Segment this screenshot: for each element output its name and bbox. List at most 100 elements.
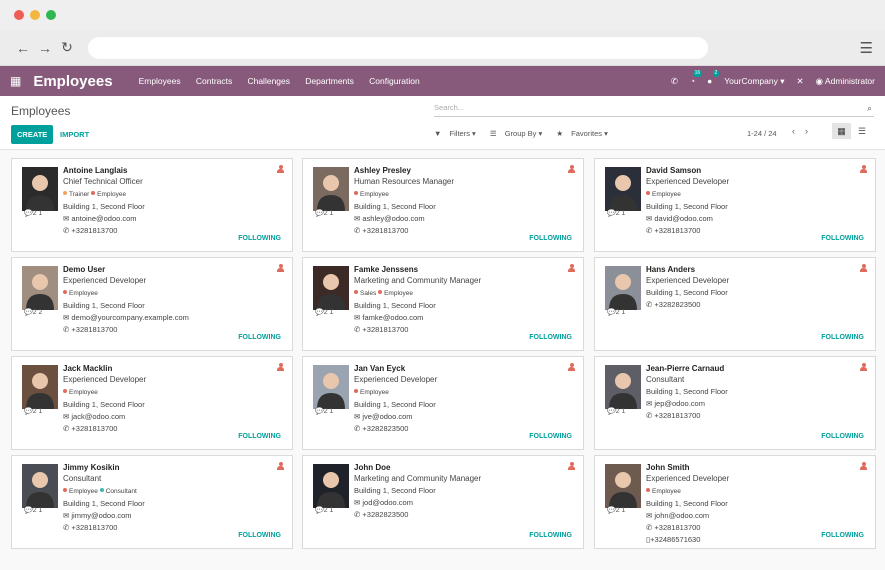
employee-name[interactable]: John Smith	[646, 462, 866, 473]
employee-card[interactable]: 💬2 1 Jack Macklin Experienced Developer Emp…	[11, 356, 293, 450]
employee-card[interactable]: 💬2 1 Hans Anders Experienced Developer Buil…	[594, 257, 876, 351]
employee-name[interactable]: Ashley Presley	[354, 165, 574, 176]
employee-card[interactable]: 💬2 1 Antoine Langlais Chief Technical Offi…	[11, 158, 293, 252]
employee-name[interactable]: John Doe	[354, 462, 574, 473]
employee-email[interactable]: ✉ antoine@odoo.com	[63, 213, 283, 225]
search-icon[interactable]: ⌕	[867, 103, 872, 114]
employee-email[interactable]: ✉ jack@odoo.com	[63, 411, 283, 423]
browser-toolbar: ← → ↻ ☰	[0, 30, 885, 66]
following-button[interactable]: FOLLOWING	[529, 433, 572, 440]
back-arrow-icon[interactable]: ←	[12, 40, 34, 56]
user-menu[interactable]: ◉ Administrator	[816, 76, 875, 87]
menu-item-configuration[interactable]: Configuration	[369, 76, 420, 86]
menu-item-departments[interactable]: Departments	[305, 76, 354, 86]
tag: Employee	[63, 290, 98, 297]
employee-email[interactable]: ✉ jep@odoo.com	[646, 398, 866, 410]
following-button[interactable]: FOLLOWING	[238, 532, 281, 539]
pager-previous-icon[interactable]: ‹	[792, 126, 795, 136]
menu-item-contracts[interactable]: Contracts	[196, 76, 232, 86]
employee-email[interactable]: ✉ demo@yourcompany.example.com	[63, 312, 283, 324]
following-button[interactable]: FOLLOWING	[238, 433, 281, 440]
kanban-view-icon[interactable]: ▦	[832, 123, 851, 139]
following-button[interactable]: FOLLOWING	[529, 532, 572, 539]
employee-card[interactable]: 💬2 1 Famke Jenssens Marketing and Communit…	[302, 257, 584, 351]
person-icon	[277, 363, 284, 371]
browser-menu-icon[interactable]: ☰	[860, 39, 873, 57]
import-button[interactable]: IMPORT	[60, 125, 89, 144]
employee-card[interactable]: 💬2 1 Ashley Presley Human Resources Manage…	[302, 158, 584, 252]
tag-color-icon	[354, 290, 358, 294]
employee-card[interactable]: 💬2 1 John Smith Experienced Developer Emplo…	[594, 455, 876, 549]
following-button[interactable]: FOLLOWING	[821, 235, 864, 242]
employee-card[interactable]: 💬2 1 Jean-Pierre Carnaud Consultant Buildin…	[594, 356, 876, 450]
employee-name[interactable]: Jan Van Eyck	[354, 363, 574, 374]
employee-email[interactable]: ✉ ashley@odoo.com	[354, 213, 574, 225]
employee-phone[interactable]: ✆ +3282823500	[646, 299, 866, 311]
employee-email[interactable]: ✉ jimmy@odoo.com	[63, 510, 283, 522]
reload-icon[interactable]: ↻	[56, 39, 78, 56]
activity-icon[interactable]: ◔ 16	[690, 70, 703, 86]
employee-email[interactable]: ✉ jod@odoo.com	[354, 497, 574, 509]
minimize-window-button[interactable]	[30, 10, 40, 20]
employee-job-title: Experienced Developer	[646, 474, 730, 483]
search-input[interactable]: Search... ⌕	[434, 103, 874, 117]
employee-email[interactable]: ✉ famke@odoo.com	[354, 312, 574, 324]
apps-grid-icon[interactable]: ▦	[10, 74, 21, 88]
favorites-dropdown[interactable]: ★ Favorites ▾	[556, 129, 614, 138]
employee-name[interactable]: Jean-Pierre Carnaud	[646, 363, 866, 374]
maximize-window-button[interactable]	[46, 10, 56, 20]
user-name: Administrator	[824, 75, 875, 86]
employee-name[interactable]: Demo User	[63, 264, 283, 275]
menu-item-challenges[interactable]: Challenges	[247, 76, 290, 86]
avatar-photo	[313, 365, 349, 409]
email-text: jve@odoo.com	[362, 412, 413, 421]
address-bar[interactable]	[88, 36, 708, 59]
employee-tags: Employee Consultant	[63, 485, 283, 498]
following-button[interactable]: FOLLOWING	[238, 334, 281, 341]
employee-email[interactable]: ✉ david@odoo.com	[646, 213, 866, 225]
messages-icon[interactable]: ● 2	[707, 70, 720, 86]
counts-text: 2 1	[32, 507, 43, 514]
employee-info: Jimmy Kosikin Consultant Employee Consulta…	[63, 462, 283, 534]
following-button[interactable]: FOLLOWING	[821, 433, 864, 440]
employee-info: Demo User Experienced Developer Employee B…	[63, 264, 283, 336]
employee-card[interactable]: 💬2 1 David Samson Experienced Developer Emp…	[594, 158, 876, 252]
company-switcher[interactable]: YourCompany ▾	[724, 76, 784, 87]
list-view-icon[interactable]: ☰	[855, 123, 869, 139]
app-title[interactable]: Employees	[33, 73, 112, 90]
employee-card[interactable]: 💬2 1 Jimmy Kosikin Consultant Employee Cons…	[11, 455, 293, 549]
following-button[interactable]: FOLLOWING	[529, 235, 572, 242]
employee-phone[interactable]: ✆ +3282823500	[354, 509, 574, 521]
employee-phone[interactable]: ✆ +3281813700	[646, 410, 866, 422]
app-navbar: ▦ Employees Employees Contracts Challeng…	[0, 66, 885, 96]
employee-name[interactable]: Antoine Langlais	[63, 165, 283, 176]
pager-next-icon[interactable]: ›	[805, 126, 808, 136]
group-by-dropdown[interactable]: ☰ Group By ▾	[490, 129, 548, 138]
employee-email[interactable]: ✉ john@odoo.com	[646, 510, 866, 522]
employee-card[interactable]: 💬2 1 John Doe Marketing and Community Mana…	[302, 455, 584, 549]
employee-info: Jan Van Eyck Experienced Developer Employe…	[354, 363, 574, 435]
pager-value[interactable]: 1-24 / 24	[747, 129, 777, 138]
employee-email[interactable]: ✉ jve@odoo.com	[354, 411, 574, 423]
employee-card[interactable]: 💬2 2 Demo User Experienced Developer Employ…	[11, 257, 293, 351]
employee-name[interactable]: Jack Macklin	[63, 363, 283, 374]
close-window-button[interactable]	[14, 10, 24, 20]
employee-name[interactable]: Jimmy Kosikin	[63, 462, 283, 473]
following-button[interactable]: FOLLOWING	[821, 532, 864, 539]
employee-card[interactable]: 💬2 1 Jan Van Eyck Experienced Developer Emp…	[302, 356, 584, 450]
filters-dropdown[interactable]: ▼ Filters ▾	[434, 129, 482, 138]
following-button[interactable]: FOLLOWING	[821, 334, 864, 341]
create-button[interactable]: CREATE	[11, 125, 54, 144]
employee-name[interactable]: Hans Anders	[646, 264, 866, 275]
counts-text: 2 1	[615, 210, 626, 217]
menu-item-employees[interactable]: Employees	[139, 76, 181, 86]
forward-arrow-icon[interactable]: →	[34, 40, 56, 56]
following-button[interactable]: FOLLOWING	[238, 235, 281, 242]
email-text: jep@odoo.com	[654, 399, 705, 408]
phone-icon[interactable]: ✆	[671, 76, 678, 87]
tools-icon[interactable]: ✕	[796, 76, 803, 87]
following-button[interactable]: FOLLOWING	[529, 334, 572, 341]
employee-name[interactable]: Famke Jenssens	[354, 264, 574, 275]
tag-label: Consultant	[105, 488, 137, 495]
employee-name[interactable]: David Samson	[646, 165, 866, 176]
